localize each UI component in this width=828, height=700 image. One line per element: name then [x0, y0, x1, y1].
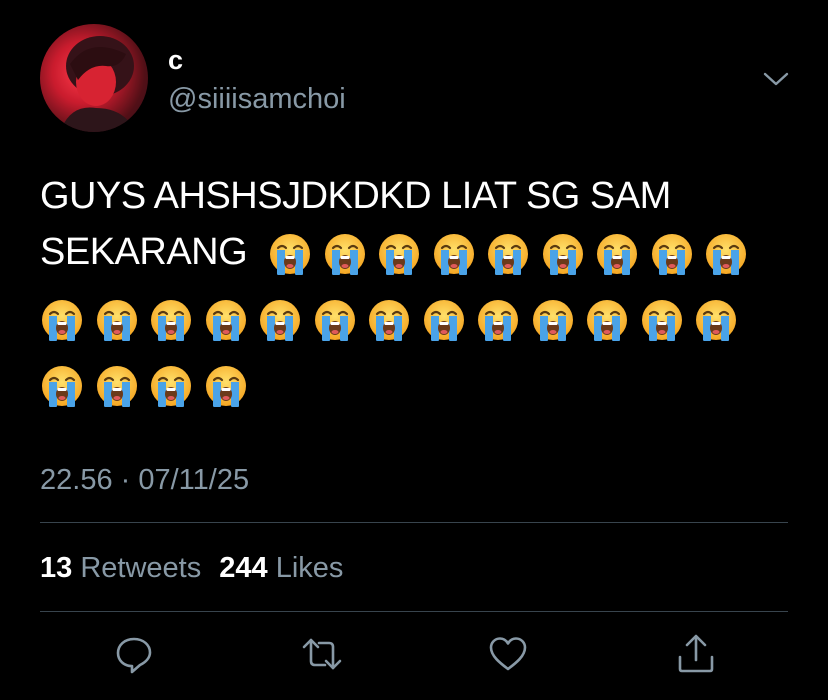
reply-icon[interactable] — [112, 632, 156, 676]
likes-label: Likes — [275, 552, 344, 584]
loudly-crying-face-icon — [151, 366, 191, 407]
loudly-crying-face-icon — [706, 234, 746, 275]
action-bar — [0, 632, 828, 678]
author-handle[interactable]: @siiiisamchoi — [168, 82, 346, 116]
loudly-crying-face-icon — [532, 300, 573, 341]
divider — [40, 522, 788, 523]
loudly-crying-face-icon — [270, 234, 310, 275]
loudly-crying-face-icon — [205, 366, 246, 407]
author-display-name[interactable]: c — [168, 44, 183, 76]
retweets-label: Retweets — [80, 552, 202, 584]
loudly-crying-face-icon — [478, 300, 518, 341]
tweet-timestamp: 22.56 · 07/11/25 — [40, 464, 250, 496]
likes-stat[interactable]: 244 Likes — [219, 550, 343, 586]
retweets-stat[interactable]: 13 Retweets — [40, 550, 201, 586]
chevron-down-icon[interactable] — [760, 66, 792, 92]
loudly-crying-face-icon — [324, 234, 365, 275]
loudly-crying-face-icon — [379, 234, 419, 275]
heart-icon[interactable] — [486, 632, 530, 676]
loudly-crying-face-icon — [151, 300, 191, 341]
retweets-count: 13 — [40, 552, 73, 584]
likes-count: 244 — [219, 552, 268, 584]
loudly-crying-face-icon — [542, 234, 583, 275]
avatar[interactable] — [40, 24, 148, 132]
retweet-icon[interactable] — [300, 632, 344, 676]
loudly-crying-face-icon — [42, 366, 82, 407]
emoji-row-3 — [40, 364, 258, 408]
loudly-crying-face-icon — [205, 300, 246, 341]
loudly-crying-face-icon — [587, 300, 627, 341]
loudly-crying-face-icon — [641, 300, 682, 341]
loudly-crying-face-icon — [651, 234, 692, 275]
loudly-crying-face-icon — [96, 366, 137, 407]
loudly-crying-face-icon — [369, 300, 409, 341]
loudly-crying-face-icon — [260, 300, 300, 341]
loudly-crying-face-icon — [314, 300, 355, 341]
tweet-stats: 13 Retweets 244 Likes — [40, 550, 353, 586]
loudly-crying-face-icon — [96, 300, 137, 341]
share-icon[interactable] — [674, 632, 718, 676]
loudly-crying-face-icon — [433, 234, 474, 275]
loudly-crying-face-icon — [597, 234, 637, 275]
loudly-crying-face-icon — [42, 300, 82, 341]
tweet-detail: c @siiiisamchoi GUYS AHSHSJDKDKD LIAT SG… — [0, 0, 828, 700]
emoji-row-2 — [40, 298, 749, 342]
loudly-crying-face-icon — [488, 234, 528, 275]
loudly-crying-face-icon — [696, 300, 736, 341]
loudly-crying-face-icon — [423, 300, 464, 341]
divider — [40, 611, 788, 612]
emoji-row-1 — [268, 232, 759, 276]
